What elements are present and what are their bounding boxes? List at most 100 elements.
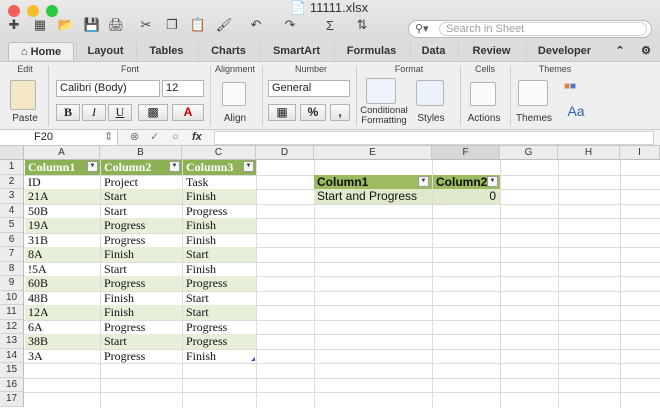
table-cell[interactable]: Finish [183, 218, 256, 233]
table-cell[interactable]: Progress [183, 204, 256, 219]
filter-dropdown-icon[interactable]: ▼ [487, 175, 498, 187]
table-cell[interactable]: Finish [183, 349, 256, 364]
row-header[interactable]: 13 [0, 334, 24, 349]
filter-dropdown-icon[interactable]: ▼ [243, 161, 254, 172]
table-cell[interactable]: 6A [25, 320, 100, 335]
table-cell[interactable]: Start [101, 262, 182, 277]
row-header[interactable]: 8 [0, 261, 24, 276]
themes-label[interactable]: Themes [514, 114, 554, 124]
styles-label[interactable]: Styles [414, 114, 448, 124]
open-folder-icon[interactable]: 📂 [56, 16, 76, 34]
save-icon[interactable]: 💾 [82, 16, 102, 34]
bold-button[interactable]: B [56, 104, 80, 121]
row-header[interactable]: 12 [0, 319, 24, 334]
align-icon[interactable] [222, 82, 246, 106]
underline-button[interactable]: U [108, 104, 132, 121]
table-cell[interactable]: 19A [25, 218, 100, 233]
collapse-ribbon-icon[interactable]: ⌃ [610, 42, 630, 60]
formula-input[interactable] [214, 131, 654, 145]
new-document-icon[interactable]: ✚ [4, 16, 24, 34]
table-cell[interactable]: 12A [25, 305, 100, 320]
search-box[interactable]: ⚲▾ Search in Sheet [408, 20, 652, 38]
row-header[interactable]: 9 [0, 276, 24, 291]
table-cell[interactable]: 8A [25, 247, 100, 262]
themes-icon[interactable] [518, 80, 548, 106]
redo-icon[interactable]: ↷ [280, 16, 300, 34]
column-header-a[interactable]: A [24, 146, 100, 160]
column-header-h[interactable]: H [558, 146, 620, 160]
cancel-icon[interactable]: ⊗ [130, 130, 139, 145]
column-header-f[interactable]: F [432, 146, 500, 160]
column-header-b[interactable]: B [100, 146, 182, 160]
table-cell[interactable]: 38B [25, 334, 100, 349]
templates-icon[interactable]: ▦ [30, 16, 50, 34]
pivot-header-cell[interactable]: Column2 ▼ [433, 174, 500, 189]
spreadsheet-grid[interactable]: A B C D E F G H I 1 2 3 4 5 6 7 8 9 10 1… [0, 146, 660, 408]
table-cell[interactable]: Task [183, 175, 256, 190]
table-header-cell[interactable]: Column1 ▼ [25, 160, 100, 175]
tab-formulas[interactable]: Formulas [334, 42, 408, 60]
table-cell[interactable]: !5A [25, 262, 100, 277]
enter-icon[interactable]: ✓ [150, 130, 159, 145]
search-input[interactable]: Search in Sheet [439, 22, 647, 36]
row-header[interactable]: 5 [0, 218, 24, 233]
table-cell[interactable]: Start [101, 204, 182, 219]
tab-home[interactable]: ⌂ Home [8, 42, 74, 60]
table-header-cell[interactable]: Column2 ▼ [101, 160, 182, 175]
table-cell[interactable]: Finish [183, 189, 256, 204]
table-cell[interactable]: Finish [183, 233, 256, 248]
tab-smartart[interactable]: SmartArt [260, 42, 332, 60]
paste-label[interactable]: Paste [8, 114, 42, 124]
tab-layout[interactable]: Layout [76, 42, 134, 60]
table-cell[interactable]: Progress [101, 233, 182, 248]
table-cell[interactable]: 60B [25, 276, 100, 291]
column-header-c[interactable]: C [182, 146, 256, 160]
row-header[interactable]: 2 [0, 174, 24, 189]
table-cell[interactable]: Start [183, 291, 256, 306]
name-box-stepper-icon[interactable]: ⇕ [104, 130, 113, 145]
undo-icon[interactable]: ↶ [246, 16, 266, 34]
row-header[interactable]: 7 [0, 247, 24, 262]
pivot-row-label[interactable]: Start and Progress [314, 189, 432, 204]
autosum-icon[interactable]: Σ [320, 16, 340, 34]
column-header-g[interactable]: G [500, 146, 558, 160]
tab-review[interactable]: Review [458, 42, 524, 60]
tab-data[interactable]: Data [410, 42, 456, 60]
conditional-formatting-label[interactable]: Conditional Formatting [358, 106, 410, 126]
table-cell[interactable]: Finish [101, 305, 182, 320]
row-header[interactable]: 16 [0, 377, 24, 392]
font-color-button[interactable]: A [172, 104, 204, 121]
tab-charts[interactable]: Charts [198, 42, 258, 60]
name-box[interactable]: F20 [0, 130, 118, 145]
table-cell[interactable]: Project [101, 175, 182, 190]
row-header[interactable]: 11 [0, 305, 24, 320]
table-resize-handle[interactable] [251, 357, 255, 361]
table-cell[interactable]: Start [183, 247, 256, 262]
table-cell[interactable]: Start [183, 305, 256, 320]
table-cell[interactable]: Progress [101, 349, 182, 364]
table-cell[interactable]: Progress [183, 320, 256, 335]
row-header[interactable]: 4 [0, 203, 24, 218]
table-cell[interactable]: ID [25, 175, 100, 190]
table-cell[interactable]: Progress [101, 320, 182, 335]
format-painter-icon[interactable]: 🖌 [214, 16, 234, 34]
cells-actions-icon[interactable] [470, 82, 496, 106]
comma-button[interactable]: , [330, 104, 350, 121]
cut-icon[interactable]: ✂ [136, 16, 156, 34]
column-header-i[interactable]: I [620, 146, 660, 160]
filter-dropdown-icon[interactable]: ▼ [87, 161, 98, 172]
insert-function-icon[interactable]: ○ [172, 130, 179, 145]
theme-colors-icon[interactable]: ■■ [564, 80, 586, 96]
table-cell[interactable]: 21A [25, 189, 100, 204]
currency-format-icon[interactable]: ▦ [268, 104, 296, 121]
filter-dropdown-icon[interactable]: ▼ [418, 175, 429, 187]
table-cell[interactable]: Start [101, 189, 182, 204]
table-cell[interactable]: Finish [101, 291, 182, 306]
sort-icon[interactable]: ⇅ [352, 16, 372, 34]
column-header-d[interactable]: D [256, 146, 314, 160]
paste-icon[interactable]: 📋 [188, 16, 208, 34]
table-cell[interactable]: 50B [25, 204, 100, 219]
font-size-select[interactable]: 12 [162, 80, 204, 97]
actions-label[interactable]: Actions [464, 114, 504, 124]
row-header[interactable]: 3 [0, 189, 24, 204]
